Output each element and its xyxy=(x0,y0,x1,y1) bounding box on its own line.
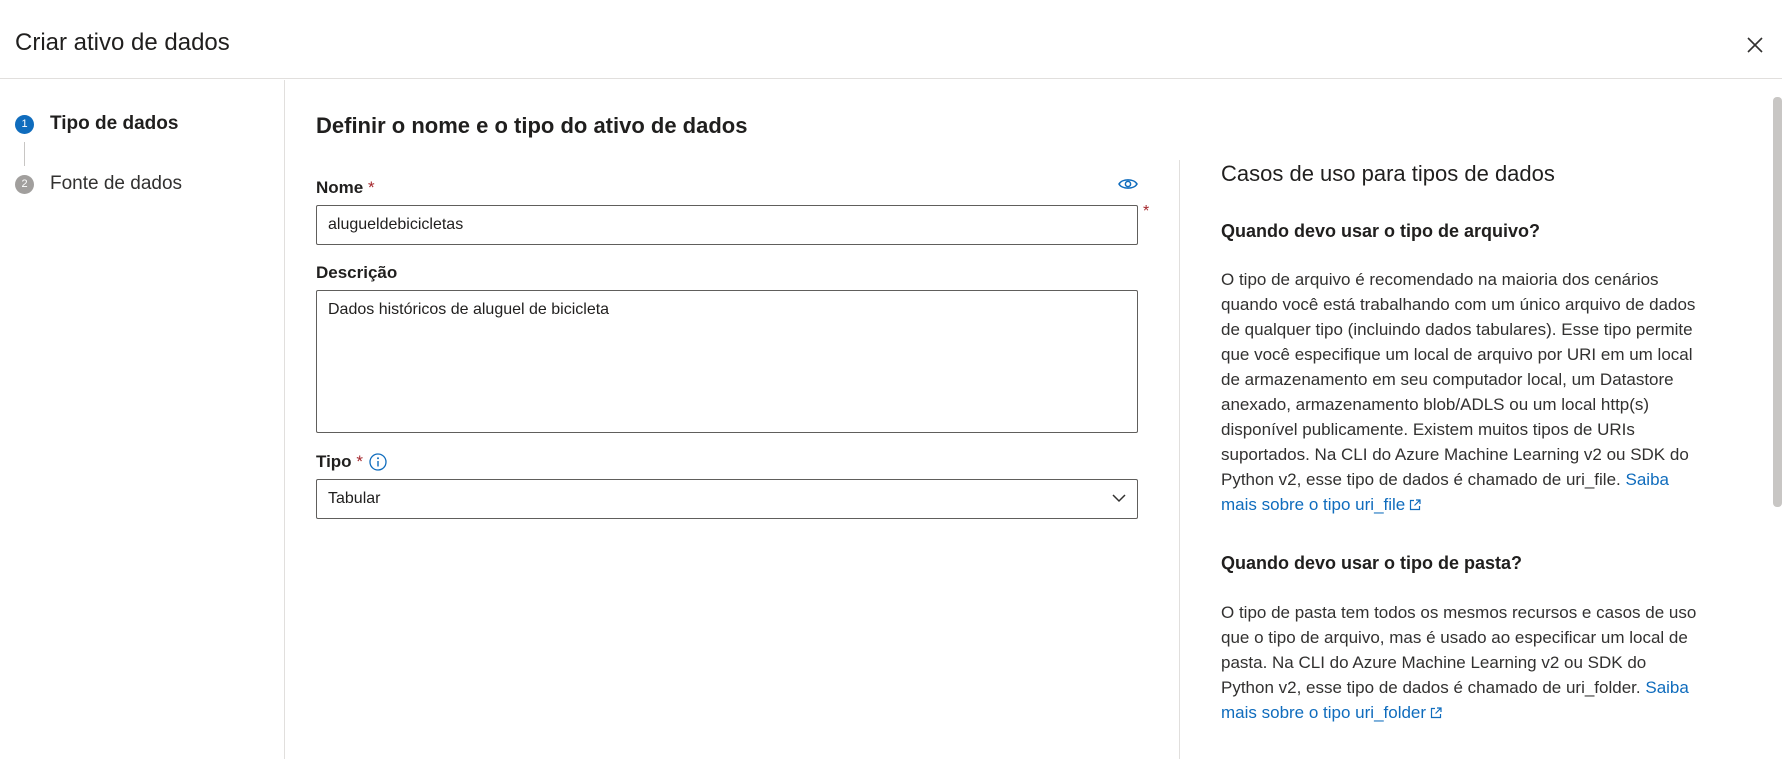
help-paragraph: O tipo de arquivo é recomendado na maior… xyxy=(1221,270,1696,489)
type-dropdown[interactable]: Tabular xyxy=(316,479,1138,519)
type-label: Tipo * xyxy=(316,452,363,472)
external-link-icon xyxy=(1430,707,1442,719)
dialog-title: Criar ativo de dados xyxy=(15,29,230,56)
required-mark: * xyxy=(356,452,363,471)
external-link-icon xyxy=(1410,499,1421,511)
name-label-text: Nome xyxy=(316,178,364,197)
step-connector xyxy=(24,142,25,166)
scrollbar-thumb[interactable] xyxy=(1773,97,1782,507)
help-question-folder: Quando devo usar o tipo de pasta? xyxy=(1221,553,1523,573)
panel-divider xyxy=(1179,160,1180,759)
step-number-badge: 1 xyxy=(15,114,34,134)
close-icon[interactable] xyxy=(1744,34,1766,56)
help-paragraph: O tipo de pasta tem todos os mesmos recu… xyxy=(1221,603,1697,697)
type-label-text: Tipo xyxy=(316,452,352,471)
name-label: Nome * xyxy=(316,178,375,198)
step-data-source[interactable]: 2 Fonte de dados xyxy=(15,173,182,195)
help-text-file: O tipo de arquivo é recomendado na maior… xyxy=(1221,267,1702,517)
help-panel-title: Casos de uso para tipos de dados xyxy=(1221,161,1555,186)
required-mark: * xyxy=(367,178,375,197)
type-selected-value: Tabular xyxy=(328,490,381,507)
description-textarea[interactable]: Dados históricos de aluguel de bicicleta xyxy=(316,290,1138,433)
wizard-steps: 1 Tipo de dados 2 Fonte de dados xyxy=(0,80,285,759)
dialog-header: Criar ativo de dados xyxy=(0,0,1782,79)
step-number-badge: 2 xyxy=(15,174,34,194)
eye-icon[interactable] xyxy=(1118,177,1138,191)
step-label: Tipo de dados xyxy=(50,113,179,134)
info-icon[interactable] xyxy=(369,453,387,471)
required-indicator: * xyxy=(1143,203,1150,220)
chevron-down-icon xyxy=(1112,494,1126,503)
step-label: Fonte de dados xyxy=(50,173,183,194)
help-text-folder: O tipo de pasta tem todos os mesmos recu… xyxy=(1221,600,1702,725)
description-label: Descrição xyxy=(316,263,398,282)
form-heading: Definir o nome e o tipo do ativo de dado… xyxy=(316,113,748,138)
name-input[interactable] xyxy=(316,205,1138,245)
step-data-type[interactable]: 1 Tipo de dados xyxy=(15,113,178,135)
help-question-file: Quando devo usar o tipo de arquivo? xyxy=(1221,221,1541,241)
